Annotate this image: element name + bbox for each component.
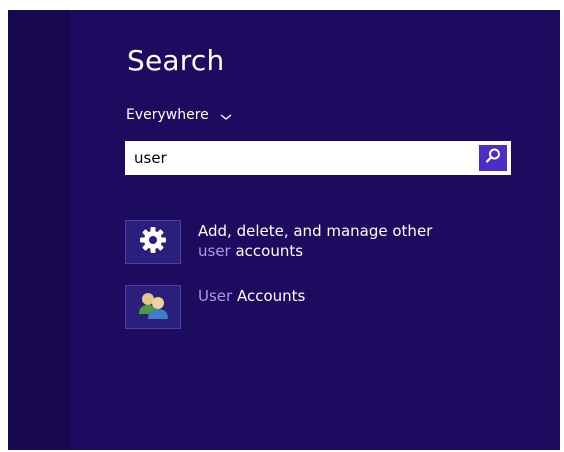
- search-box: [125, 141, 511, 175]
- query-match-text: User: [198, 287, 233, 305]
- query-match-text: user: [198, 242, 231, 260]
- result-label-rest: Accounts: [232, 287, 306, 305]
- search-charm-window: Search Everywhere user Add, delete, and …: [8, 10, 560, 450]
- result-label-line1: Add, delete, and manage other: [198, 222, 433, 240]
- search-scope-dropdown[interactable]: Everywhere: [126, 107, 233, 123]
- search-scope-label: Everywhere: [126, 107, 209, 123]
- result-icon-box: [125, 285, 181, 329]
- result-label: User Accounts: [198, 286, 305, 306]
- result-item-manage-user-accounts[interactable]: Add, delete, and manage other user accou…: [125, 220, 432, 264]
- search-input[interactable]: [125, 141, 479, 175]
- search-button[interactable]: [479, 145, 507, 171]
- result-label: Add, delete, and manage other user accou…: [198, 221, 432, 261]
- result-label-rest: accounts: [230, 242, 304, 260]
- magnifier-icon: [484, 147, 502, 169]
- result-label-line1: User Accounts: [198, 286, 305, 306]
- result-icon-box: [125, 220, 181, 264]
- result-item-user-accounts[interactable]: User Accounts: [125, 285, 305, 329]
- search-title: Search: [127, 44, 225, 77]
- user-accounts-icon: [136, 290, 170, 324]
- result-label-line2: user accounts: [198, 241, 432, 261]
- background-strip: [8, 10, 70, 450]
- chevron-down-icon: [219, 110, 233, 120]
- gear-icon: [139, 226, 167, 258]
